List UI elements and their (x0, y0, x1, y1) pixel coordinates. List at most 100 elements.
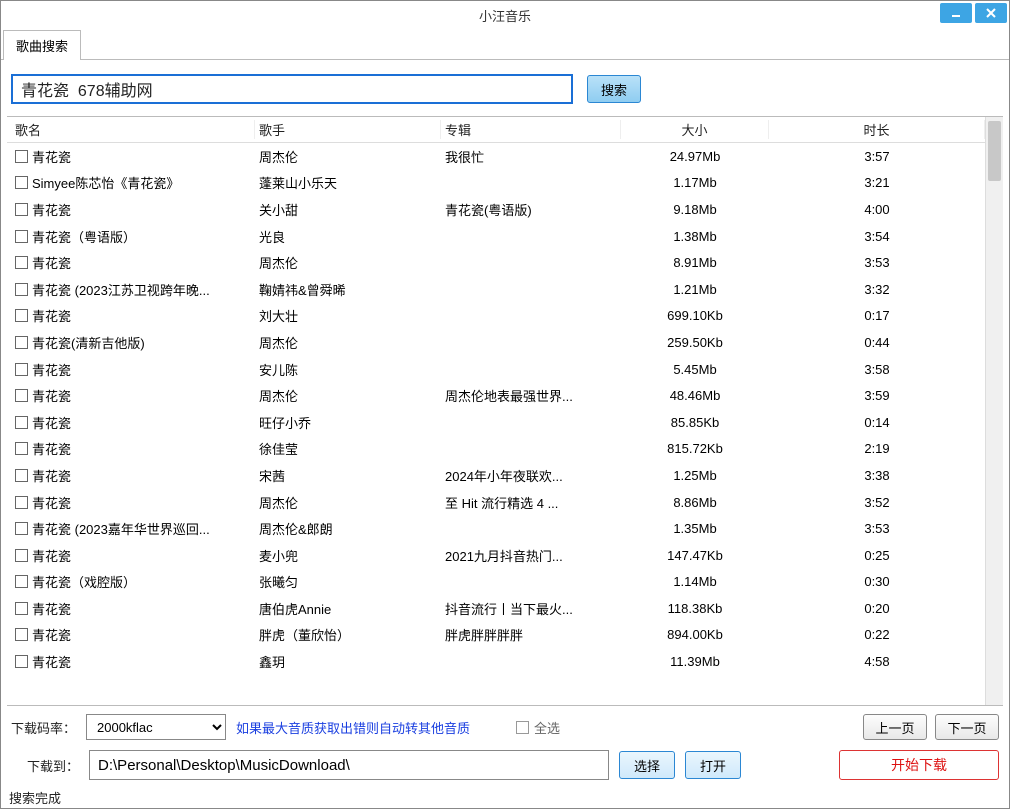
cell-name: 青花瓷 (11, 493, 255, 512)
row-checkbox[interactable] (15, 176, 28, 189)
select-all[interactable]: 全选 (516, 718, 560, 737)
row-checkbox[interactable] (15, 309, 28, 322)
open-folder-button[interactable]: 打开 (685, 751, 741, 779)
cell-artist: 鞠婧祎&曾舜晞 (255, 280, 441, 299)
row-checkbox[interactable] (15, 602, 28, 615)
song-name: 青花瓷 (2023江苏卫视跨年晚... (32, 280, 210, 299)
song-name: 青花瓷 (32, 466, 71, 485)
cell-artist: 周杰伦 (255, 253, 441, 272)
table-row[interactable]: 青花瓷宋茜2024年小年夜联欢...1.25Mb3:38 (7, 462, 985, 489)
col-duration[interactable]: 时长 (769, 120, 985, 139)
cell-album: 青花瓷(粤语版) (441, 200, 621, 219)
table-row[interactable]: 青花瓷徐佳莹815.72Kb2:19 (7, 436, 985, 463)
cell-size: 1.35Mb (621, 521, 769, 536)
cell-album: 2021九月抖音热门... (441, 546, 621, 565)
table-header: 歌名 歌手 专辑 大小 时长 (7, 117, 985, 143)
cell-album: 至 Hit 流行精选 4 ... (441, 493, 621, 512)
search-button[interactable]: 搜索 (587, 75, 641, 103)
table-row[interactable]: 青花瓷麦小兜2021九月抖音热门...147.47Kb0:25 (7, 542, 985, 569)
row-checkbox[interactable] (15, 283, 28, 296)
cell-name: 青花瓷 (11, 147, 255, 166)
cell-name: 青花瓷 (11, 360, 255, 379)
row-checkbox[interactable] (15, 336, 28, 349)
cell-artist: 徐佳莹 (255, 439, 441, 458)
row-checkbox[interactable] (15, 575, 28, 588)
cell-name: Simyee陈芯怡《青花瓷》 (11, 173, 255, 192)
col-name[interactable]: 歌名 (11, 120, 255, 139)
song-name: 青花瓷 (32, 625, 71, 644)
cell-duration: 0:20 (769, 601, 985, 616)
cell-artist: 唐伯虎Annie (255, 599, 441, 618)
row-checkbox[interactable] (15, 203, 28, 216)
cell-artist: 蓬莱山小乐天 (255, 173, 441, 192)
row-checkbox[interactable] (15, 416, 28, 429)
cell-artist: 周杰伦 (255, 386, 441, 405)
table-row[interactable]: 青花瓷胖虎（董欣怡）胖虎胖胖胖胖894.00Kb0:22 (7, 622, 985, 649)
cell-name: 青花瓷 (11, 599, 255, 618)
titlebar: 小汪音乐 (1, 1, 1009, 29)
row-checkbox[interactable] (15, 469, 28, 482)
pagination: 上一页 下一页 (863, 714, 999, 740)
table-row[interactable]: 青花瓷关小甜青花瓷(粤语版)9.18Mb4:00 (7, 196, 985, 223)
table-row[interactable]: Simyee陈芯怡《青花瓷》蓬莱山小乐天 1.17Mb3:21 (7, 170, 985, 197)
table-row[interactable]: 青花瓷（粤语版）光良1.38Mb3:54 (7, 223, 985, 250)
row-checkbox[interactable] (15, 655, 28, 668)
row-checkbox[interactable] (15, 256, 28, 269)
row-checkbox[interactable] (15, 549, 28, 562)
cell-album: 2024年小年夜联欢... (441, 466, 621, 485)
song-name: 青花瓷 (2023嘉年华世界巡回... (32, 519, 210, 538)
cell-size: 85.85Kb (621, 415, 769, 430)
tab-song-search[interactable]: 歌曲搜索 (3, 30, 81, 60)
cell-artist: 麦小兜 (255, 546, 441, 565)
table-row[interactable]: 青花瓷（戏腔版）张曦匀1.14Mb0:30 (7, 569, 985, 596)
minimize-button[interactable] (940, 3, 972, 23)
song-name: 青花瓷（粤语版） (32, 227, 136, 246)
table-row[interactable]: 青花瓷周杰伦至 Hit 流行精选 4 ...8.86Mb3:52 (7, 489, 985, 516)
download-path-input[interactable] (89, 750, 609, 780)
col-artist[interactable]: 歌手 (255, 120, 441, 139)
row-checkbox[interactable] (15, 442, 28, 455)
row-checkbox[interactable] (15, 363, 28, 376)
select-folder-button[interactable]: 选择 (619, 751, 675, 779)
cell-artist: 周杰伦 (255, 147, 441, 166)
table-row[interactable]: 青花瓷周杰伦8.91Mb3:53 (7, 249, 985, 276)
scrollbar-thumb[interactable] (988, 121, 1001, 181)
table-row[interactable]: 青花瓷周杰伦周杰伦地表最强世界...48.46Mb3:59 (7, 382, 985, 409)
cell-duration: 3:21 (769, 175, 985, 190)
song-name: 青花瓷 (32, 439, 71, 458)
table-row[interactable]: 青花瓷刘大壮699.10Kb0:17 (7, 303, 985, 330)
table-row[interactable]: 青花瓷旺仔小乔85.85Kb0:14 (7, 409, 985, 436)
col-size[interactable]: 大小 (621, 120, 769, 139)
cell-size: 894.00Kb (621, 627, 769, 642)
table-row[interactable]: 青花瓷鑫玥11.39Mb4:58 (7, 648, 985, 675)
next-page-button[interactable]: 下一页 (935, 714, 999, 740)
prev-page-button[interactable]: 上一页 (863, 714, 927, 740)
table-row[interactable]: 青花瓷(清新吉他版)周杰伦259.50Kb0:44 (7, 329, 985, 356)
vertical-scrollbar[interactable] (985, 117, 1003, 705)
cell-duration: 3:57 (769, 149, 985, 164)
close-button[interactable] (975, 3, 1007, 23)
col-album[interactable]: 专辑 (441, 120, 621, 139)
row-checkbox[interactable] (15, 522, 28, 535)
table-row[interactable]: 青花瓷 (2023江苏卫视跨年晚...鞠婧祎&曾舜晞1.21Mb3:32 (7, 276, 985, 303)
table-row[interactable]: 青花瓷周杰伦我很忙24.97Mb3:57 (7, 143, 985, 170)
select-all-checkbox[interactable] (516, 721, 529, 734)
search-input[interactable] (11, 74, 573, 104)
table-row[interactable]: 青花瓷安儿陈5.45Mb3:58 (7, 356, 985, 383)
cell-artist: 旺仔小乔 (255, 413, 441, 432)
cell-size: 1.17Mb (621, 175, 769, 190)
row-checkbox[interactable] (15, 628, 28, 641)
start-download-button[interactable]: 开始下载 (839, 750, 999, 780)
cell-name: 青花瓷 (11, 253, 255, 272)
row-checkbox[interactable] (15, 389, 28, 402)
table-row[interactable]: 青花瓷唐伯虎Annie抖音流行丨当下最火...118.38Kb0:20 (7, 595, 985, 622)
cell-name: 青花瓷 (2023嘉年华世界巡回... (11, 519, 255, 538)
cell-album: 周杰伦地表最强世界... (441, 386, 621, 405)
cell-duration: 4:00 (769, 202, 985, 217)
row-checkbox[interactable] (15, 496, 28, 509)
bitrate-select[interactable]: 2000kflac (86, 714, 226, 740)
row-checkbox[interactable] (15, 150, 28, 163)
row-checkbox[interactable] (15, 230, 28, 243)
table-row[interactable]: 青花瓷 (2023嘉年华世界巡回...周杰伦&郎朗1.35Mb3:53 (7, 515, 985, 542)
app-window: 小汪音乐 歌曲搜索 搜索 歌名 歌手 专辑 大小 时长 青花瓷周杰伦我很忙24.… (0, 0, 1010, 809)
